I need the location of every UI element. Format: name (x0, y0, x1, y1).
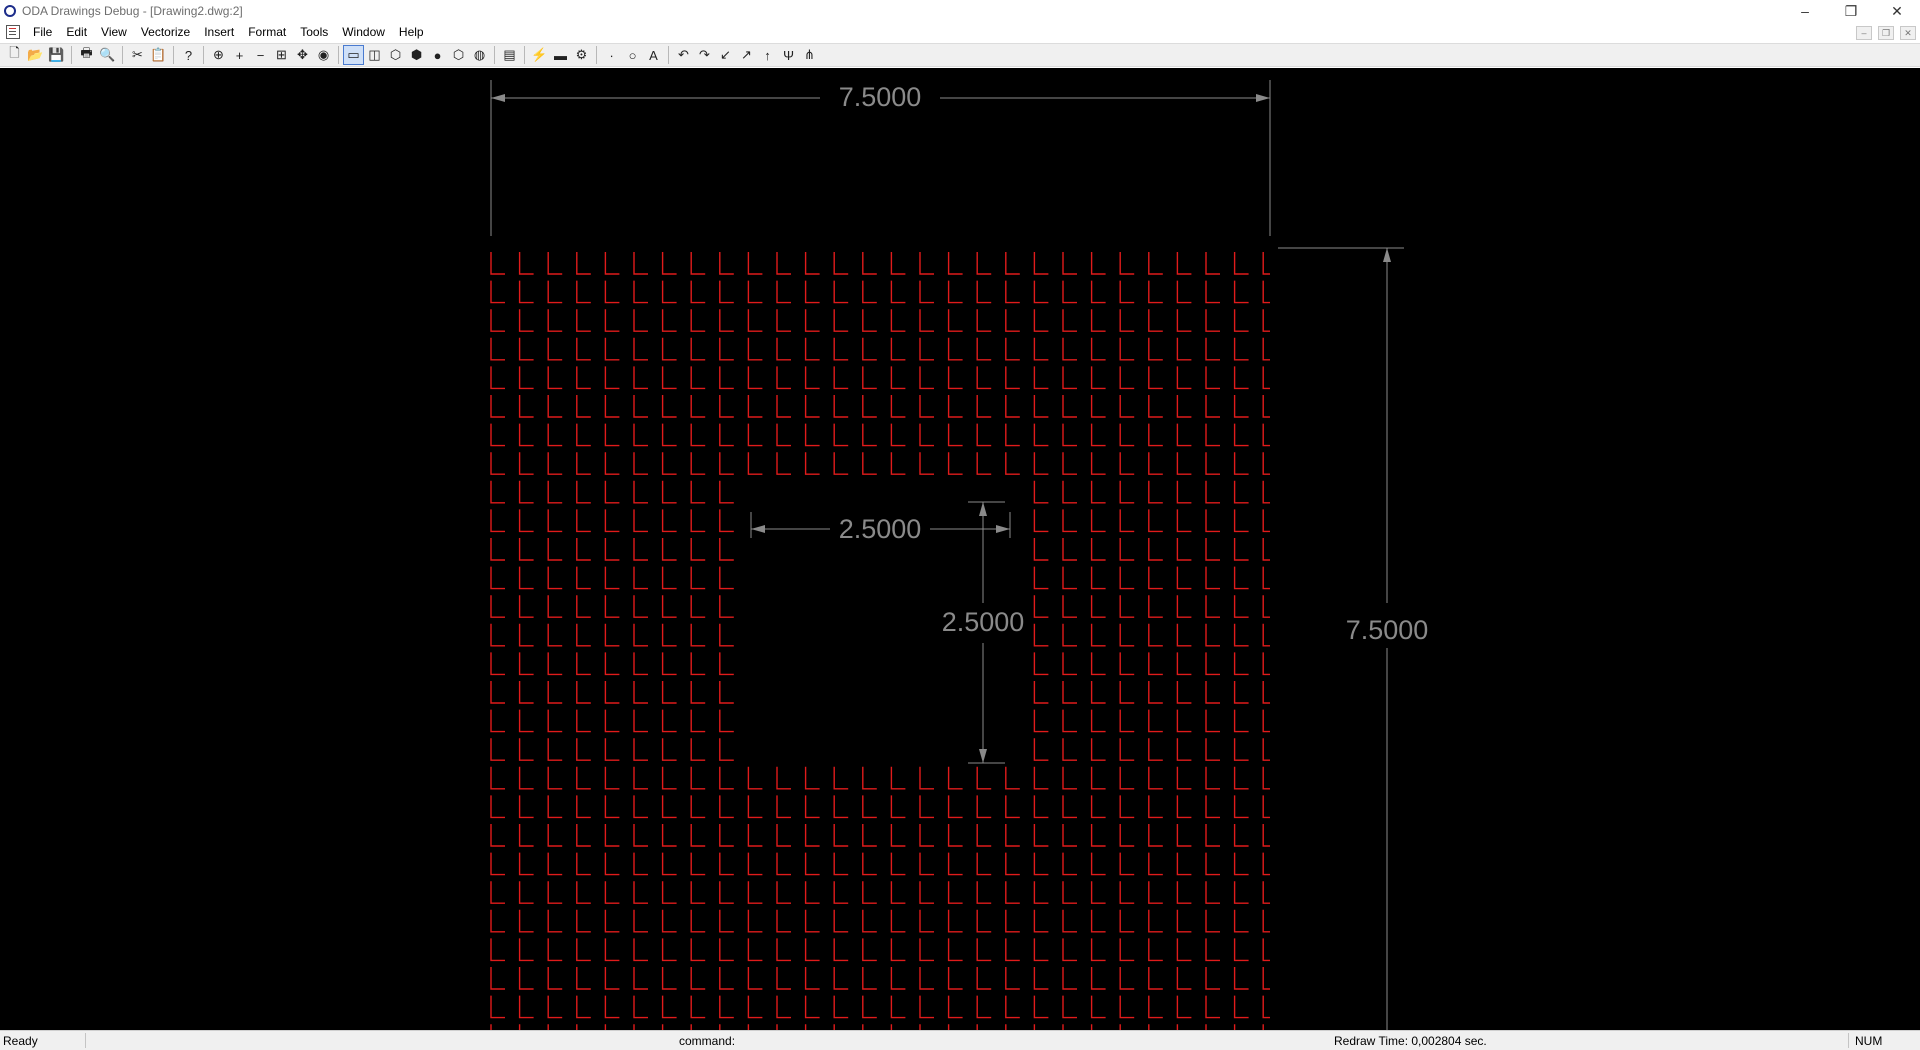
menu-window[interactable]: Window (335, 25, 392, 39)
minimize-button[interactable]: – (1782, 0, 1828, 22)
regen-icon[interactable]: ⚡ (529, 45, 550, 65)
dimension-arrow (1383, 248, 1391, 262)
dimension-arrow (1256, 94, 1270, 102)
drawing-canvas[interactable]: 7.5000 7.5000 2.5000 2.5000 (0, 68, 1920, 1030)
open-icon[interactable]: 📂 (25, 45, 46, 65)
dimension-arrow (979, 749, 987, 763)
zoom-out-icon[interactable]: − (250, 45, 271, 65)
wireframe-3d-icon[interactable]: ⬡ (385, 45, 406, 65)
print-icon[interactable]: 🖶 (76, 45, 97, 65)
document-system-menu-icon[interactable] (6, 25, 20, 39)
toolbar-separator (524, 46, 525, 64)
save-icon[interactable]: 💾 (46, 45, 67, 65)
menu-tools[interactable]: Tools (293, 25, 335, 39)
toolbar-separator (494, 46, 495, 64)
help-icon[interactable]: ? (178, 45, 199, 65)
status-divider (85, 1033, 86, 1048)
tree-icon[interactable]: ⋔ (799, 45, 820, 65)
menu-insert[interactable]: Insert (197, 25, 241, 39)
restore-button[interactable]: ❐ (1828, 0, 1874, 22)
gouraud-shaded-icon[interactable]: ● (427, 45, 448, 65)
gouraud-edges-icon[interactable]: ◍ (469, 45, 490, 65)
menu-vectorize[interactable]: Vectorize (134, 25, 197, 39)
dimensions-layer (490, 80, 1404, 1030)
inner-width-dimension-text: 2.5000 (839, 514, 922, 544)
status-bar: Ready command: Redraw Time: 0,002804 sec… (0, 1030, 1920, 1050)
menu-format[interactable]: Format (241, 25, 293, 39)
title-bar: ODA Drawings Debug - [Drawing2.dwg:2] – … (0, 0, 1920, 22)
menu-help[interactable]: Help (392, 25, 431, 39)
toolbar-separator (71, 46, 72, 64)
circle-icon[interactable]: ○ (622, 45, 643, 65)
properties-icon[interactable]: ▤ (499, 45, 520, 65)
menu-file[interactable]: File (26, 25, 59, 39)
layer-icon[interactable]: ▬ (550, 45, 571, 65)
inner-height-dimension-text: 2.5000 (942, 607, 1025, 637)
outer-width-dimension-text: 7.5000 (839, 82, 922, 112)
arrow-up-icon[interactable]: ↑ (757, 45, 778, 65)
outer-height-dimension-text: 7.5000 (1346, 615, 1429, 645)
pan-icon[interactable]: ✥ (292, 45, 313, 65)
arrow-up-right-icon[interactable]: ↗ (736, 45, 757, 65)
window-controls: – ❐ ✕ (1782, 0, 1920, 22)
text-icon[interactable]: A (643, 45, 664, 65)
redo-icon[interactable]: ↷ (694, 45, 715, 65)
close-button[interactable]: ✕ (1874, 0, 1920, 22)
hatch-strokes (490, 252, 1270, 1030)
toolbar-separator (173, 46, 174, 64)
status-divider (1848, 1033, 1849, 1048)
fork-icon[interactable]: Ψ (778, 45, 799, 65)
menu-view[interactable]: View (94, 25, 134, 39)
dimension-arrow (751, 525, 765, 533)
settings-icon[interactable]: ⚙ (571, 45, 592, 65)
cut-icon[interactable]: ✂ (127, 45, 148, 65)
zoom-in-icon[interactable]: + (229, 45, 250, 65)
toolbar-separator (203, 46, 204, 64)
flat-shaded-icon[interactable]: ⬢ (406, 45, 427, 65)
menu-bar: File Edit View Vectorize Insert Format T… (0, 22, 1920, 42)
window-title: ODA Drawings Debug - [Drawing2.dwg:2] (22, 4, 243, 18)
orbit-icon[interactable]: ◉ (313, 45, 334, 65)
status-num-lock: NUM (1855, 1034, 1883, 1048)
menu-edit[interactable]: Edit (59, 25, 94, 39)
zoom-extents-icon[interactable]: ⊞ (271, 45, 292, 65)
undo-icon[interactable]: ↶ (673, 45, 694, 65)
hatch-pattern (490, 252, 1270, 1030)
document-window-controls: – ❐ ✕ (1856, 26, 1916, 40)
document-minimize-button[interactable]: – (1856, 26, 1872, 40)
point-icon[interactable]: ∙ (601, 45, 622, 65)
drawing-viewport[interactable]: 7.5000 7.5000 2.5000 2.5000 (0, 68, 1920, 1030)
zoom-window-icon[interactable]: ⊕ (208, 45, 229, 65)
paste-icon[interactable]: 📋 (148, 45, 169, 65)
main-toolbar: 🗋 📂 💾 🖶 🔍 ✂ 📋? ⊕ + − ⊞ ✥ ◉ ▭ ◫ ⬡ ⬢ ● ⬡ ◍ ▤ ⚡ ▬ ⚙ ∙ ○ A ↶ ↷ ↙ ↗ ↑ Ψ ⋔ (0, 43, 1920, 67)
toolbar-separator (122, 46, 123, 64)
dimension-arrow (996, 525, 1010, 533)
status-redraw-time: Redraw Time: 0,002804 sec. (1334, 1034, 1487, 1048)
hidden-line-icon[interactable]: ◫ (364, 45, 385, 65)
dimension-arrow (979, 502, 987, 516)
toolbar-separator (668, 46, 669, 64)
toolbar-separator (338, 46, 339, 64)
flat-edges-icon[interactable]: ⬡ (448, 45, 469, 65)
document-restore-button[interactable]: ❐ (1878, 26, 1894, 40)
dimension-arrow (491, 94, 505, 102)
print-preview-icon[interactable]: 🔍 (97, 45, 118, 65)
document-close-button[interactable]: ✕ (1900, 26, 1916, 40)
arrow-down-left-icon[interactable]: ↙ (715, 45, 736, 65)
new-icon[interactable]: 🗋 (4, 45, 25, 65)
toolbar-separator (596, 46, 597, 64)
app-logo-icon (4, 5, 16, 17)
command-prompt[interactable]: command: (679, 1034, 735, 1048)
wireframe-2d-icon[interactable]: ▭ (343, 45, 364, 65)
status-ready: Ready (3, 1034, 38, 1048)
